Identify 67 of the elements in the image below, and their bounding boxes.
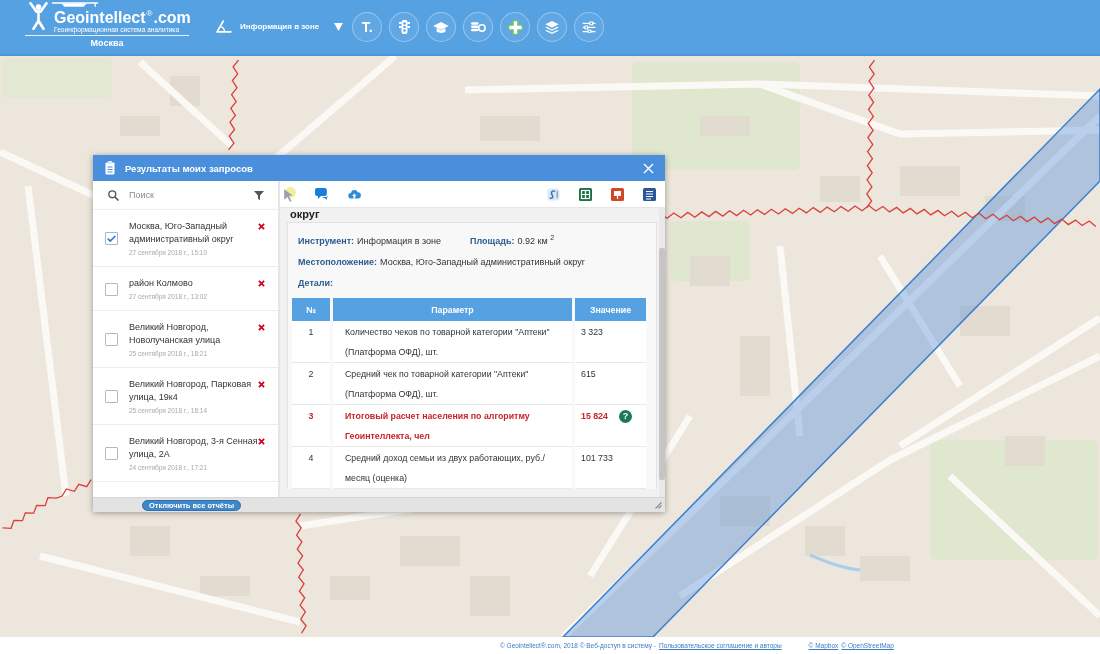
cursor-icon[interactable]	[283, 186, 296, 202]
field-value: 0.92 км $^{2}$	[517, 236, 555, 246]
column-header: Значение	[575, 298, 646, 321]
request-name: Великий Новгород, Парковая улица, 19к4	[129, 378, 252, 404]
wave-icon[interactable]	[547, 187, 560, 201]
field-label: Инструмент:	[298, 236, 355, 246]
city-name: Москва	[89, 38, 125, 49]
medical-cross-tool-button[interactable]	[500, 12, 531, 42]
graduation-cap-tool-button[interactable]	[426, 12, 457, 42]
coins-icon	[470, 22, 486, 32]
spreadsheet-icon[interactable]	[579, 187, 592, 201]
report-title: округ	[290, 208, 321, 221]
checkbox[interactable]	[105, 232, 118, 245]
presentation-icon[interactable]	[611, 187, 624, 201]
cloud-icon[interactable]	[348, 189, 361, 199]
field-value: Москва, Юго-Западный административный округ	[380, 257, 585, 267]
checkbox[interactable]	[105, 333, 118, 346]
traffic-light-icon	[398, 20, 410, 34]
dialog-title: Результаты моих запросов	[125, 162, 253, 174]
column-header: Параметр	[333, 298, 572, 321]
logo-title: Geointellect$^{®}$.com	[54, 10, 191, 26]
help-button[interactable]: ?	[618, 409, 632, 423]
field-label: Местоположение:	[298, 257, 378, 267]
delete-icon[interactable]	[258, 324, 265, 331]
table-cell: 4	[292, 447, 330, 489]
scrollbar[interactable]	[659, 208, 665, 497]
field-value: Информация в зоне	[357, 236, 441, 246]
tool-selector-dropdown[interactable]: Информация в зоне	[216, 20, 344, 33]
field-label: Детали:	[298, 278, 334, 288]
layers-icon	[545, 20, 560, 34]
request-name: Москва, Юго-Западный административный округ	[129, 220, 235, 246]
delete-icon[interactable]	[258, 223, 265, 230]
scrollbar-thumb[interactable]	[659, 248, 665, 480]
table-cell: Средний доход семьи из двух работающих, руб./месяц (оценка)	[333, 447, 572, 489]
column-header: №	[292, 298, 330, 321]
chat-icon[interactable]	[315, 187, 329, 201]
coins-tool-button[interactable]	[463, 12, 494, 42]
search-icon	[108, 189, 119, 201]
checkbox[interactable]	[105, 447, 118, 460]
request-name: Великий Новгород, Новолучанская улица	[129, 321, 222, 347]
table-cell: 101 733	[575, 447, 646, 489]
field-label: Площадь:	[470, 236, 515, 246]
request-name: Великий Новгород, 3-я Сенная улица, 2А	[129, 435, 258, 461]
clipboard-icon	[105, 161, 115, 175]
close-icon[interactable]	[643, 162, 654, 174]
document-icon[interactable]	[643, 187, 656, 201]
checkbox[interactable]	[105, 390, 118, 403]
graduation-cap-icon	[433, 21, 450, 33]
delete-icon[interactable]	[258, 438, 265, 445]
caret-icon	[334, 22, 344, 31]
delete-icon[interactable]	[258, 280, 265, 287]
request-name: район Колмово	[129, 277, 194, 290]
sliders-tool-button[interactable]	[574, 12, 605, 42]
sliders-icon	[582, 21, 597, 33]
table-cell-text: 15 824	[581, 410, 608, 423]
delete-icon[interactable]	[258, 381, 265, 388]
person-figure-icon	[29, 2, 48, 30]
layers-tool-button[interactable]	[537, 12, 568, 42]
checkbox[interactable]	[105, 282, 118, 296]
medical-cross-icon	[507, 19, 523, 35]
search-field[interactable]: Поиск	[129, 188, 246, 202]
mortarboard-icon	[51, 2, 99, 7]
check-icon	[107, 235, 116, 242]
angle-icon	[216, 20, 232, 33]
resize-handle-icon[interactable]	[655, 501, 662, 509]
traffic-light-tool-button[interactable]	[389, 12, 420, 42]
filter-icon[interactable]	[254, 190, 264, 200]
